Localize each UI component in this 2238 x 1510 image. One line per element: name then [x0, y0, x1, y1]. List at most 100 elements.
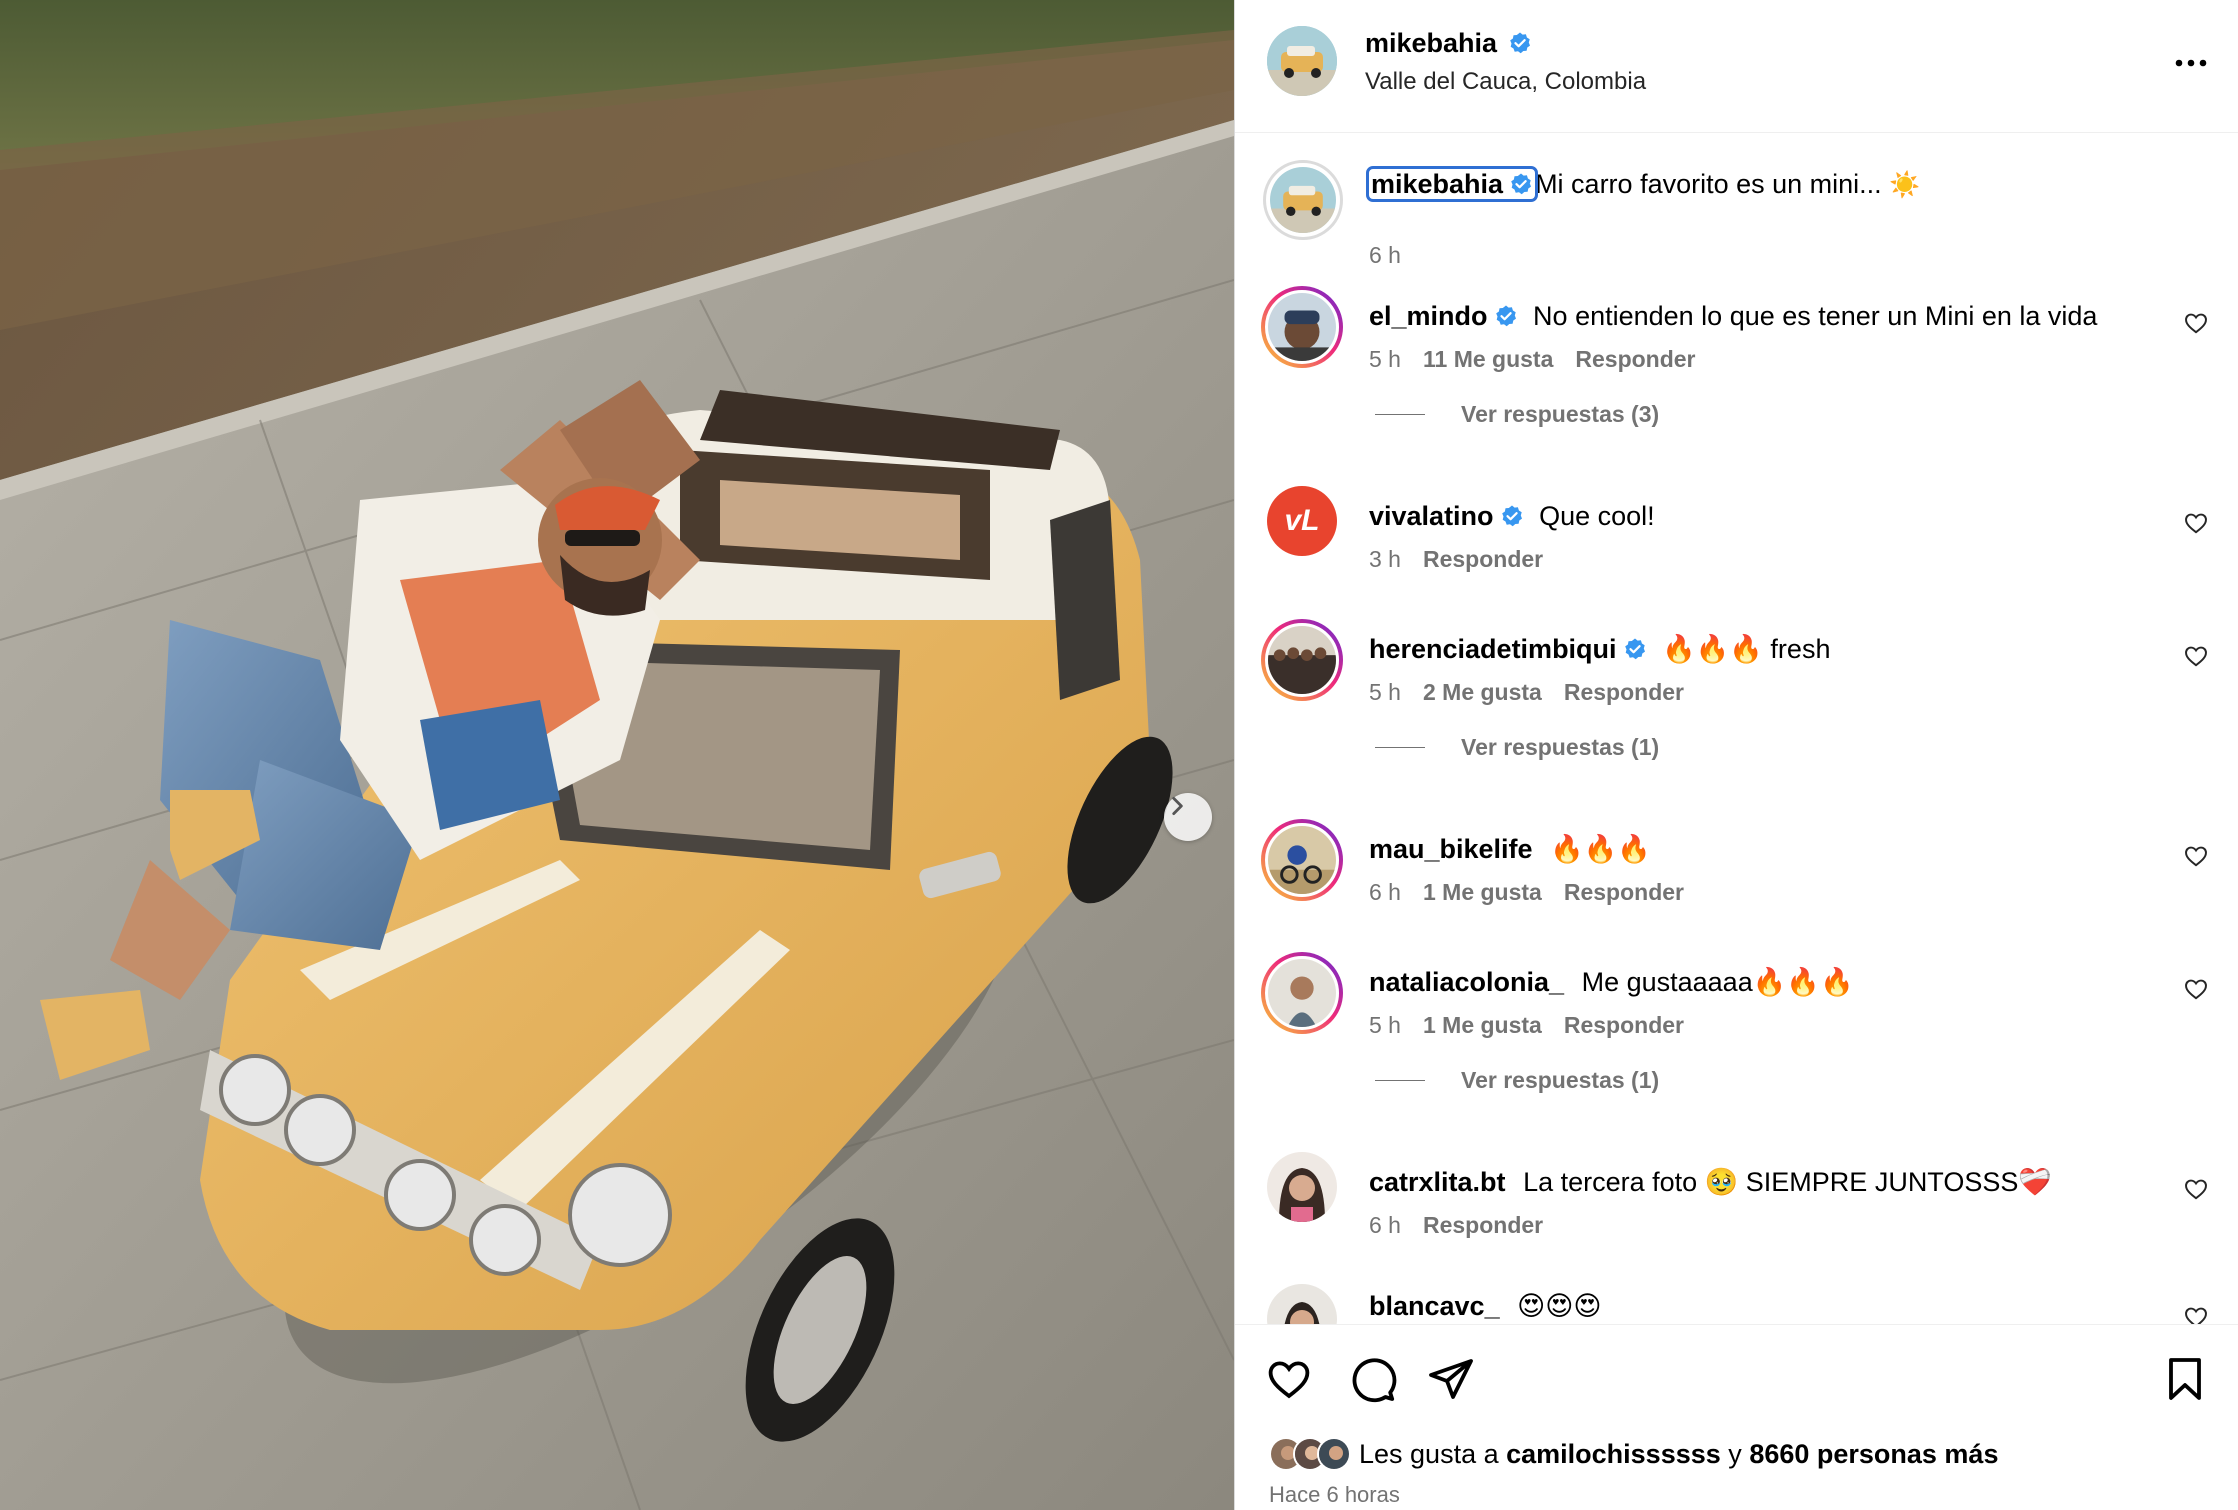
liker-username[interactable]: camilochissssss: [1506, 1439, 1721, 1470]
view-replies-button[interactable]: Ver respuestas (1): [1375, 734, 1659, 761]
comment-avatar[interactable]: [1261, 619, 1343, 701]
liker-avatar: [1317, 1437, 1351, 1471]
vivalatino-logo: vL: [1284, 504, 1320, 537]
comment-time[interactable]: 3 h: [1369, 546, 1401, 572]
more-options-icon[interactable]: [2169, 48, 2213, 78]
comment-time[interactable]: 5 h: [1369, 1012, 1401, 1038]
post-photo[interactable]: [0, 0, 1234, 1510]
comment-username[interactable]: blancavc_: [1369, 1291, 1500, 1321]
heart-icon[interactable]: [2183, 510, 2209, 536]
comment-username[interactable]: catrxlita.bt: [1369, 1167, 1506, 1197]
comment-avatar[interactable]: vL: [1267, 486, 1337, 556]
comment-username[interactable]: mau_bikelife: [1369, 834, 1533, 864]
sun-emoji: ☀️: [1889, 170, 1921, 199]
comment-avatar[interactable]: [1267, 1152, 1337, 1222]
verified-badge-icon: [1501, 505, 1522, 527]
comment-text: La tercera foto 🥹 SIEMPRE JUNTOSSS❤️‍🩹: [1523, 1167, 2052, 1197]
comment-line: vivalatino Que cool!: [1369, 498, 1655, 534]
comment-text: 🔥🔥🔥: [1550, 834, 1651, 864]
comment-icon[interactable]: [1349, 1355, 1397, 1403]
comment-text: 🔥🔥🔥 fresh: [1662, 634, 1831, 664]
comment-meta: 5 h 2 Me gusta Responder: [1369, 679, 1706, 706]
reply-button[interactable]: Responder: [1575, 346, 1695, 372]
comment-likes[interactable]: 1 Me gusta: [1423, 879, 1542, 905]
reply-button[interactable]: Responder: [1564, 1012, 1684, 1038]
caption-meta: 6 h: [1369, 242, 1423, 269]
verified-badge-icon: [1511, 173, 1532, 195]
caption-time[interactable]: 6 h: [1369, 242, 1401, 268]
comment-meta: 5 h 11 Me gusta Responder: [1369, 346, 1718, 373]
comment-meta: 6 h Responder: [1369, 1212, 1565, 1239]
post-photo-illustration: [0, 0, 1234, 1510]
bookmark-icon[interactable]: [2161, 1355, 2209, 1403]
view-replies-label: Ver respuestas (1): [1461, 734, 1660, 760]
comment-likes[interactable]: 11 Me gusta: [1423, 346, 1553, 372]
reply-button[interactable]: Responder: [1423, 1212, 1543, 1238]
comment-line: mau_bikelife 🔥🔥🔥: [1369, 831, 1651, 867]
verified-badge-icon: [1495, 305, 1516, 327]
replies-dash: [1375, 414, 1425, 415]
avatar-image: [1267, 26, 1337, 96]
heart-icon[interactable]: [2183, 1304, 2209, 1324]
next-photo-button[interactable]: [1164, 793, 1212, 841]
comment-avatar[interactable]: [1261, 286, 1343, 368]
heart-icon[interactable]: [2183, 976, 2209, 1002]
comment-time[interactable]: 5 h: [1369, 679, 1401, 705]
comment-line: nataliacolonia_ Me gustaaaaa🔥🔥🔥: [1369, 964, 1854, 1000]
comment-text: No entienden lo que es tener un Mini en …: [1533, 301, 2098, 331]
heart-icon[interactable]: [2183, 843, 2209, 869]
author-username[interactable]: mikebahia: [1365, 28, 1497, 58]
comment-line: blancavc_ 😍😍😍: [1369, 1288, 1602, 1324]
author-name-row: mikebahia: [1365, 28, 1532, 59]
heart-icon[interactable]: [2183, 1176, 2209, 1202]
post-header: mikebahia Valle del Cauca, Colombia: [1235, 0, 2238, 133]
comment-username[interactable]: herenciadetimbiqui: [1369, 634, 1617, 664]
comment-likes[interactable]: 2 Me gusta: [1423, 679, 1542, 705]
caption-text: Mi carro favorito es un mini...: [1535, 169, 1882, 199]
share-icon[interactable]: [1427, 1355, 1475, 1403]
caption-username[interactable]: mikebahia: [1371, 169, 1503, 199]
comment-avatar[interactable]: [1267, 1284, 1337, 1324]
avatar-image: [1268, 626, 1336, 694]
verified-badge-icon: [1509, 32, 1530, 54]
author-avatar[interactable]: [1267, 26, 1337, 96]
heart-icon[interactable]: [2183, 643, 2209, 669]
comment-time[interactable]: 5 h: [1369, 346, 1401, 372]
caption-username-highlight[interactable]: mikebahia: [1365, 166, 1539, 202]
comment-username[interactable]: vivalatino: [1369, 501, 1494, 531]
reply-button[interactable]: Responder: [1564, 879, 1684, 905]
heart-icon[interactable]: [2183, 310, 2209, 336]
view-replies-label: Ver respuestas (3): [1461, 401, 1660, 427]
avatar-image: [1267, 1152, 1337, 1222]
post-side-panel: mikebahia Valle del Cauca, Colombia mike…: [1234, 0, 2238, 1510]
caption-avatar[interactable]: [1263, 160, 1343, 240]
avatar-image: [1267, 1284, 1337, 1324]
comments-list[interactable]: mikebahia Mi carro favorito es un mini...…: [1235, 134, 2238, 1324]
post-location[interactable]: Valle del Cauca, Colombia: [1365, 68, 1646, 96]
replies-dash: [1375, 1080, 1425, 1081]
comment-likes[interactable]: 1 Me gusta: [1423, 1012, 1542, 1038]
comment-time[interactable]: 6 h: [1369, 879, 1401, 905]
avatar-image: [1268, 293, 1336, 361]
comment-meta: 6 h 1 Me gusta Responder: [1369, 879, 1706, 906]
heart-icon[interactable]: [1265, 1355, 1313, 1403]
comment-line: el_mindo No entienden lo que es tener un…: [1369, 298, 2097, 334]
comment-username[interactable]: nataliacolonia_: [1369, 967, 1564, 997]
comment-username[interactable]: el_mindo: [1369, 301, 1488, 331]
chevron-right-icon: [1172, 797, 1183, 815]
likes-count[interactable]: 8660 personas más: [1749, 1439, 1998, 1470]
comment-time[interactable]: 6 h: [1369, 1212, 1401, 1238]
comment-line: catrxlita.bt La tercera foto 🥹 SIEMPRE J…: [1369, 1164, 2052, 1200]
verified-badge-icon: [1624, 638, 1645, 660]
reply-button[interactable]: Responder: [1423, 546, 1543, 572]
likes-summary[interactable]: Les gusta a camilochissssss y 8660 perso…: [1269, 1437, 1998, 1471]
comment-avatar[interactable]: [1261, 819, 1343, 901]
avatar-image: [1268, 826, 1336, 894]
reply-button[interactable]: Responder: [1564, 679, 1684, 705]
comment-text: Me gustaaaaa🔥🔥🔥: [1581, 967, 1854, 997]
post-time-ago[interactable]: Hace 6 horas: [1269, 1482, 1400, 1508]
likes-prefix: Les gusta a: [1359, 1438, 1499, 1469]
view-replies-button[interactable]: Ver respuestas (1): [1375, 1067, 1659, 1094]
comment-avatar[interactable]: [1261, 952, 1343, 1034]
view-replies-button[interactable]: Ver respuestas (3): [1375, 401, 1659, 428]
